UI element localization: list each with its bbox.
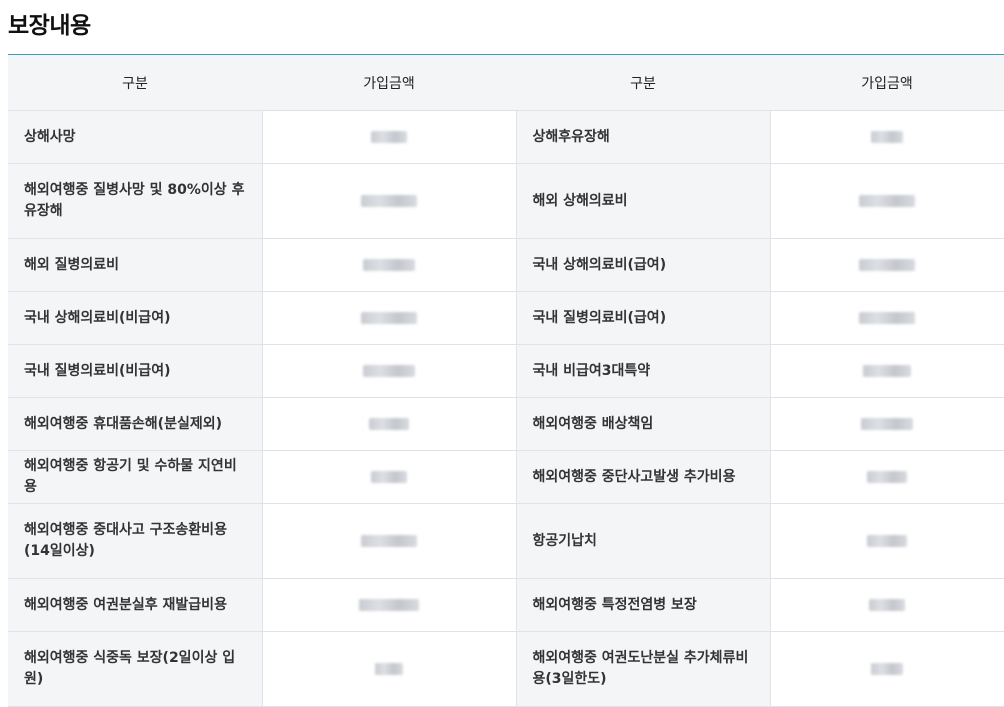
redacted-amount [375,662,403,675]
coverage-amount [769,291,1004,345]
coverage-amount [261,163,517,239]
redacted-amount [361,311,417,324]
coverage-label: 해외여행중 특정전염병 보장 [516,578,770,632]
coverage-label: 상해후유장해 [516,110,770,164]
coverage-label: 상해사망 [8,110,262,164]
table-row: 해외여행중 휴대품손해(분실제외) 해외여행중 배상책임 [8,397,1004,451]
coverage-label: 해외 상해의료비 [516,163,770,239]
redacted-amount [859,311,916,324]
coverage-amount [769,578,1004,632]
table-row: 해외여행중 질병사망 및 80%이상 후유장해 해외 상해의료비 [8,163,1004,239]
redacted-amount [863,364,912,377]
coverage-label: 국내 상해의료비(급여) [516,238,770,292]
coverage-label: 해외여행중 중대사고 구조송환비용(14일이상) [8,503,262,579]
coverage-amount [769,631,1004,707]
header-amount-right: 가입금액 [770,55,1004,111]
redacted-amount [371,470,407,483]
table-row: 국내 질병의료비(비급여) 국내 비급여3대특약 [8,344,1004,398]
coverage-amount [769,503,1004,579]
coverage-amount [261,631,517,707]
coverage-label: 항공기납치 [516,503,770,579]
coverage-label: 해외여행중 중단사고발생 추가비용 [516,450,770,504]
coverage-amount [769,238,1004,292]
redacted-amount [867,534,908,547]
coverage-label: 국내 질병의료비(급여) [516,291,770,345]
coverage-amount [261,344,517,398]
coverage-label: 해외여행중 배상책임 [516,397,770,451]
coverage-label: 해외 질병의료비 [8,238,262,292]
table-row: 해외여행중 여권분실후 재발급비용 해외여행중 특정전염병 보장 [8,578,1004,632]
table-row: 국내 상해의료비(비급여) 국내 질병의료비(급여) [8,291,1004,345]
table-row: 해외여행중 항공기 및 수하물 지연비용 해외여행중 중단사고발생 추가비용 [8,450,1004,504]
coverage-label: 국내 질병의료비(비급여) [8,344,262,398]
redacted-amount [867,470,908,483]
coverage-amount [261,110,517,164]
coverage-amount [261,503,517,579]
redacted-amount [871,130,904,143]
redacted-amount [361,534,417,547]
header-category-left: 구분 [8,55,262,111]
coverage-amount [261,397,517,451]
coverage-label: 해외여행중 여권도난분실 추가체류비용(3일한도) [516,631,770,707]
coverage-amount [769,397,1004,451]
table-row: 해외 질병의료비 국내 상해의료비(급여) [8,238,1004,292]
redacted-amount [859,258,916,271]
redacted-amount [371,130,407,143]
redacted-amount [363,258,415,271]
coverage-label: 해외여행중 질병사망 및 80%이상 후유장해 [8,163,262,239]
coverage-amount [769,163,1004,239]
coverage-label: 해외여행중 휴대품손해(분실제외) [8,397,262,451]
table-header-row: 구분 가입금액 구분 가입금액 [8,55,1004,111]
coverage-label: 해외여행중 식중독 보장(2일이상 입원) [8,631,262,707]
coverage-label: 국내 비급여3대특약 [516,344,770,398]
coverage-amount [261,450,517,504]
redacted-amount [869,598,906,611]
coverage-amount [769,110,1004,164]
coverage-amount [261,578,517,632]
coverage-amount [769,450,1004,504]
coverage-table: 구분 가입금액 구분 가입금액 상해사망 상해후유장해 해외여행중 질병사망 및 8… [8,55,1004,707]
coverage-amount [769,344,1004,398]
coverage-label: 국내 상해의료비(비급여) [8,291,262,345]
coverage-label: 해외여행중 여권분실후 재발급비용 [8,578,262,632]
coverage-amount [261,238,517,292]
redacted-amount [369,417,409,430]
redacted-amount [859,194,916,207]
redacted-amount [871,662,904,675]
redacted-amount [361,194,417,207]
page-title: 보장내용 [8,13,91,39]
redacted-amount [359,598,419,611]
table-row: 상해사망 상해후유장해 [8,110,1004,164]
redacted-amount [861,417,914,430]
header-amount-left: 가입금액 [262,55,516,111]
redacted-amount [363,364,415,377]
coverage-amount [261,291,517,345]
table-row: 해외여행중 식중독 보장(2일이상 입원) 해외여행중 여권도난분실 추가체류비용… [8,631,1004,707]
table-row: 해외여행중 중대사고 구조송환비용(14일이상) 항공기납치 [8,503,1004,579]
coverage-label: 해외여행중 항공기 및 수하물 지연비용 [8,450,262,504]
header-category-right: 구분 [516,55,770,111]
